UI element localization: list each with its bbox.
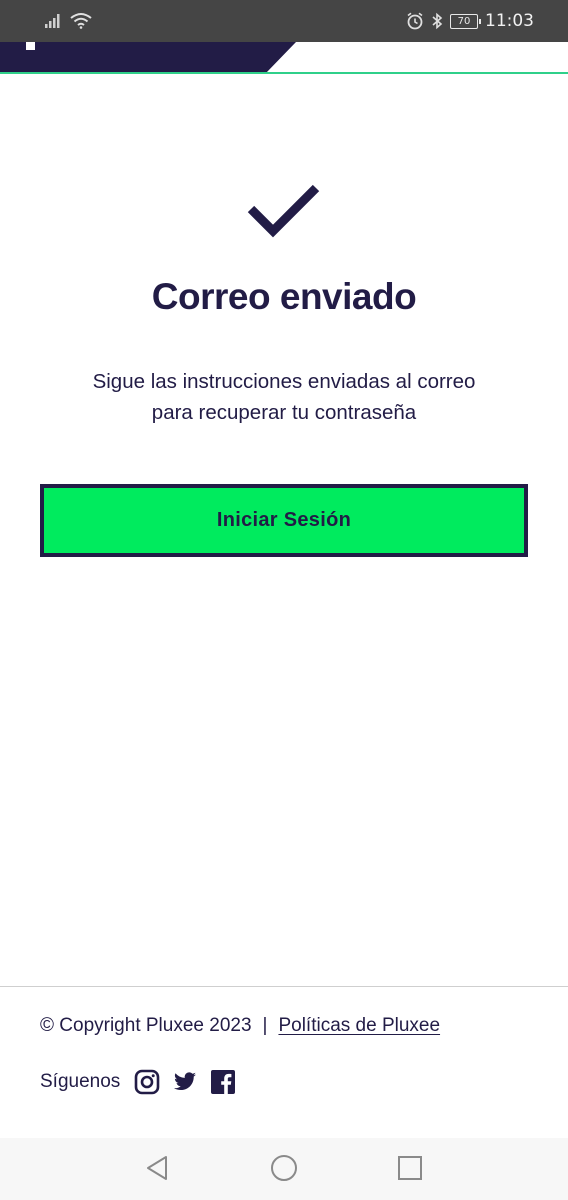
- alarm-icon: [407, 12, 423, 30]
- copyright-text: © Copyright Pluxee 2023: [40, 1015, 252, 1036]
- navigation-bar: [0, 1138, 568, 1200]
- home-icon[interactable]: [270, 1154, 298, 1182]
- policy-link[interactable]: Políticas de Pluxee: [278, 1015, 440, 1037]
- instructions-message: Sigue las instrucciones enviadas al corr…: [92, 370, 476, 424]
- status-left: [44, 12, 92, 29]
- social-row: Síguenos: [40, 1069, 248, 1095]
- login-button[interactable]: Iniciar Sesión: [40, 484, 528, 557]
- signal-icon: [45, 13, 60, 28]
- footer-divider: [0, 986, 568, 987]
- instagram-icon[interactable]: [134, 1069, 160, 1095]
- follow-label: Síguenos: [40, 1071, 121, 1092]
- status-time: 11:03: [485, 11, 534, 31]
- footer-separator: |: [262, 1015, 268, 1036]
- back-icon[interactable]: [144, 1154, 170, 1182]
- header-accent-line: [0, 72, 568, 74]
- bluetooth-icon: [432, 12, 443, 30]
- recents-icon[interactable]: [397, 1154, 423, 1182]
- status-right: 70 11:03: [406, 11, 534, 31]
- app-header: [0, 42, 568, 76]
- header-brand-band: [0, 42, 296, 73]
- copyright-row: © Copyright Pluxee 2023 | Políticas de P…: [40, 1015, 440, 1037]
- facebook-icon[interactable]: [210, 1069, 236, 1095]
- login-button-label: Iniciar Sesión: [216, 509, 352, 531]
- page-title: Correo enviado: [151, 276, 417, 317]
- checkmark-icon: [247, 184, 320, 238]
- wifi-icon: [70, 13, 92, 29]
- battery-icon: 70: [450, 13, 481, 29]
- twitter-icon[interactable]: [172, 1069, 198, 1095]
- status-bar: 70 11:03: [0, 0, 568, 42]
